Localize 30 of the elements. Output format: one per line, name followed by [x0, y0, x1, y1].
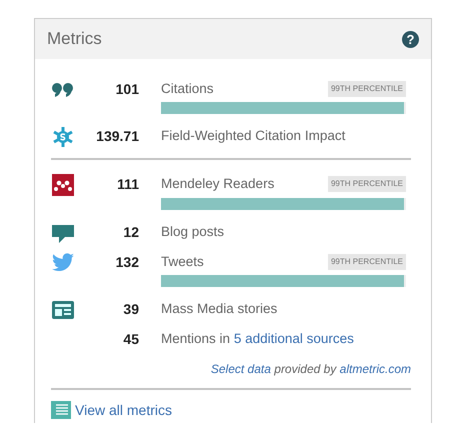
percentile-tag: 99TH PERCENTILE — [328, 176, 406, 192]
metric-label: Citations — [161, 80, 214, 98]
quote-icon — [52, 83, 73, 97]
speech-bubble-icon — [52, 224, 74, 242]
bird-icon — [52, 252, 74, 270]
metric-count: 139.71 — [95, 127, 139, 146]
metric-count: 12 — [122, 222, 139, 242]
source-link[interactable]: Select data — [210, 362, 271, 376]
newspaper-icon — [52, 300, 74, 319]
percentile-tag: 99TH PERCENTILE — [328, 254, 406, 270]
source-note: Select data provided by altmetric.com — [210, 360, 412, 378]
metric-label: Mendeley Readers — [161, 175, 274, 194]
sources-link[interactable]: 5 additional sources — [234, 330, 354, 346]
metric-count: 111 — [116, 175, 139, 194]
metric-label: Blog posts — [161, 222, 224, 241]
panel-title: Metrics — [47, 28, 102, 50]
list-icon — [51, 401, 71, 420]
metric-label: Mass Media stories — [161, 300, 278, 318]
metric-count: 101 — [114, 80, 139, 99]
metric-count: 45 — [122, 330, 139, 349]
percentile-tag: 99TH PERCENTILE — [328, 81, 406, 98]
metric-label: Mentions in 5 additional sources — [161, 330, 354, 348]
snowflake-icon — [53, 127, 73, 148]
view-all-link[interactable]: View all metrics — [75, 400, 172, 421]
help-icon[interactable]: ? — [402, 30, 419, 48]
metric-count: 132 — [114, 252, 139, 272]
metric-label: Tweets — [161, 252, 204, 270]
source-link[interactable]: altmetric.com — [340, 362, 411, 376]
metric-count: 39 — [122, 300, 139, 319]
metric-label: Field-Weighted Citation Impact — [161, 127, 346, 146]
